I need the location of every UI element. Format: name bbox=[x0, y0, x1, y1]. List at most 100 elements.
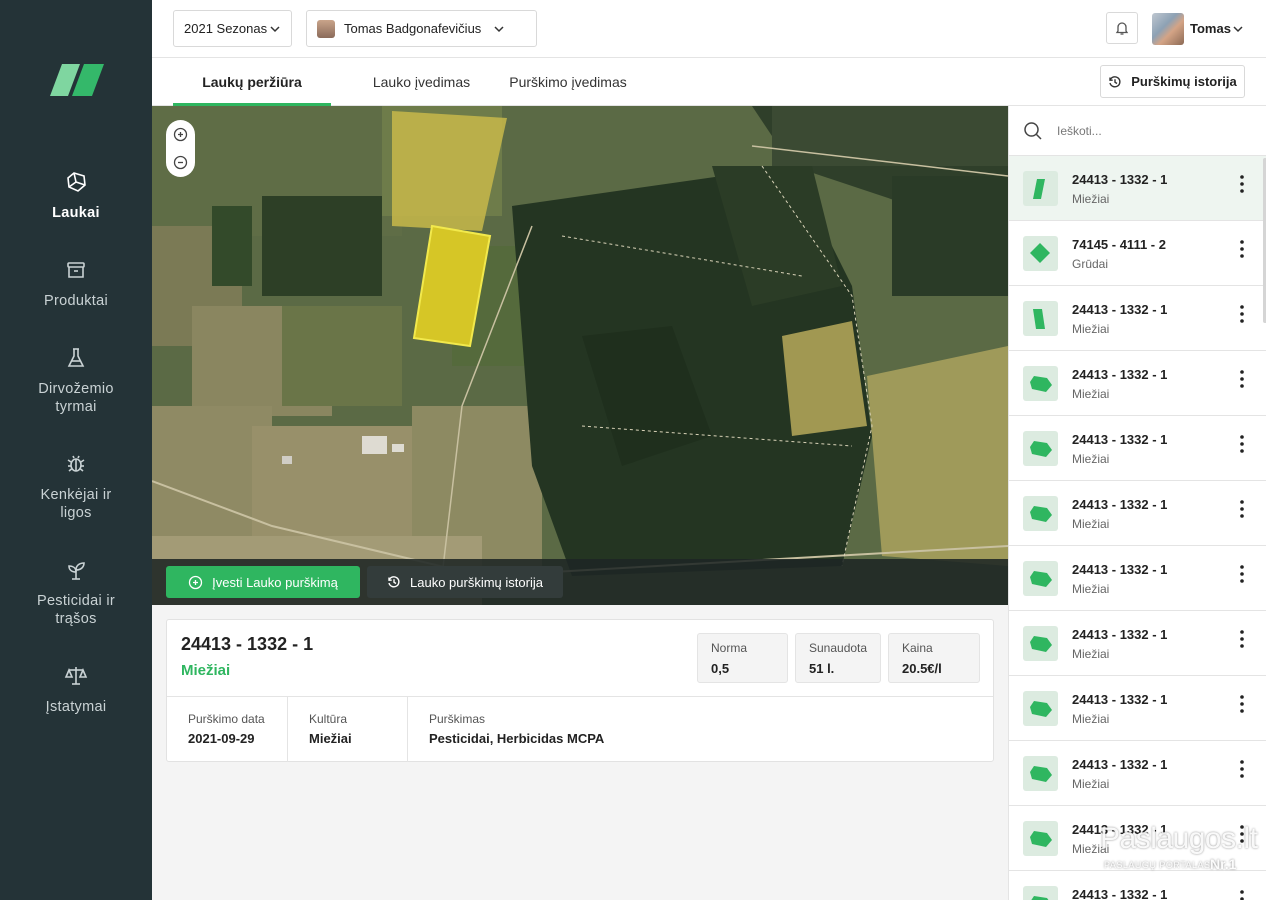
user-name[interactable]: Tomas bbox=[1190, 21, 1231, 36]
field-spraying-history-label: Lauko purškimų istorija bbox=[410, 574, 543, 590]
more-options-button[interactable] bbox=[1233, 172, 1251, 196]
field-list-item[interactable]: 24413 - 1332 - 1 Miežiai bbox=[1009, 286, 1266, 351]
chevron-down-icon[interactable] bbox=[1232, 23, 1244, 35]
stat-sunaudota: Sunaudota 51 l. bbox=[795, 633, 881, 683]
tab-lauko-ivedimas[interactable]: Lauko įvedimas bbox=[352, 58, 491, 106]
field-list-item[interactable]: 74145 - 4111 - 2 Grūdai bbox=[1009, 221, 1266, 286]
more-options-button[interactable] bbox=[1233, 497, 1251, 521]
field-list-item[interactable]: 24413 - 1332 - 1 bbox=[1009, 871, 1266, 900]
more-vertical-icon bbox=[1240, 825, 1244, 843]
more-options-button[interactable] bbox=[1233, 757, 1251, 781]
field-list-item[interactable]: 24413 - 1332 - 1 Miežiai bbox=[1009, 351, 1266, 416]
more-vertical-icon bbox=[1240, 435, 1244, 453]
sidebar-item-laukai[interactable]: Laukai bbox=[0, 170, 152, 222]
spraying-history-label: Purškimų istorija bbox=[1131, 74, 1237, 89]
more-vertical-icon bbox=[1240, 370, 1244, 388]
box-icon bbox=[67, 262, 85, 278]
tab-lauku-perziura[interactable]: Laukų peržiūra bbox=[173, 58, 331, 106]
more-options-button[interactable] bbox=[1233, 237, 1251, 261]
notifications-button[interactable] bbox=[1106, 12, 1138, 44]
sidebar-item-pesticidai-ir-trasos[interactable]: Pesticidai ir trąšos bbox=[0, 558, 152, 628]
more-options-button[interactable] bbox=[1233, 432, 1251, 456]
more-options-button[interactable] bbox=[1233, 887, 1251, 900]
sidebar-item-dirvozemio-tyrmai[interactable]: Dirvožemio tyrmai bbox=[0, 346, 152, 416]
field-list-item[interactable]: 24413 - 1332 - 1 Miežiai bbox=[1009, 806, 1266, 871]
chevron-down-icon bbox=[270, 25, 280, 32]
field-shape-icon bbox=[1023, 821, 1058, 856]
field-name: 24413 - 1332 - 1 bbox=[1072, 562, 1168, 577]
sidebar-item-produktai[interactable]: Produktai bbox=[0, 258, 152, 310]
add-field-spraying-button[interactable]: Įvesti Lauko purškimą bbox=[166, 566, 360, 598]
sidebar-item-label: Produktai bbox=[44, 293, 108, 309]
farmer-select[interactable]: Tomas Badgonafevičius bbox=[306, 10, 537, 47]
scales-icon bbox=[64, 667, 88, 685]
stat-norma: Norma 0,5 bbox=[697, 633, 788, 683]
more-options-button[interactable] bbox=[1233, 822, 1251, 846]
detail-spraying-date: Purškimo data 2021-09-29 bbox=[167, 697, 288, 762]
history-icon bbox=[1109, 75, 1121, 87]
field-title: 24413 - 1332 - 1 bbox=[181, 634, 314, 654]
stat-value: 51 l. bbox=[809, 661, 835, 676]
tab-purskimo-ivedimas[interactable]: Purškimo įvedimas bbox=[501, 58, 635, 106]
more-options-button[interactable] bbox=[1233, 367, 1251, 391]
field-crop: Miežiai bbox=[1072, 517, 1110, 531]
field-list-item[interactable]: 24413 - 1332 - 1 Miežiai bbox=[1009, 611, 1266, 676]
sprout-icon bbox=[68, 562, 85, 580]
stat-value: 20.5€/l bbox=[902, 661, 942, 676]
more-vertical-icon bbox=[1240, 695, 1244, 713]
sidebar-item-label: Kenkėjai ir ligos bbox=[40, 487, 112, 521]
top-bar: 2021 Sezonas Tomas Badgonafevičius Tomas bbox=[152, 0, 1266, 58]
user-avatar[interactable] bbox=[1152, 13, 1184, 45]
more-vertical-icon bbox=[1240, 760, 1244, 778]
fields-panel: 24413 - 1332 - 1 Miežiai 74145 - 4111 - 2 G… bbox=[1008, 106, 1266, 900]
season-select[interactable]: 2021 Sezonas bbox=[173, 10, 292, 47]
stat-label: Kaina bbox=[902, 641, 933, 655]
sidebar-item-istatymai[interactable]: Įstatymai bbox=[0, 664, 152, 716]
field-crop: Miežiai bbox=[1072, 842, 1110, 856]
field-shape-icon bbox=[1023, 626, 1058, 661]
zoom-out-button[interactable] bbox=[171, 153, 191, 173]
field-name: 24413 - 1332 - 1 bbox=[1072, 302, 1168, 317]
more-options-button[interactable] bbox=[1233, 692, 1251, 716]
more-options-button[interactable] bbox=[1233, 562, 1251, 586]
sidebar-item-kenkejai-ir-ligos[interactable]: Kenkėjai ir ligos bbox=[0, 452, 152, 522]
more-vertical-icon bbox=[1240, 890, 1244, 900]
map-imagery bbox=[152, 106, 1008, 605]
field-list-item[interactable]: 24413 - 1332 - 1 Miežiai bbox=[1009, 156, 1266, 221]
search-input[interactable] bbox=[1057, 120, 1247, 142]
field-name: 24413 - 1332 - 1 bbox=[1072, 172, 1168, 187]
plus-circle-icon bbox=[188, 575, 203, 589]
field-crop: Miežiai bbox=[1072, 582, 1110, 596]
app-logo[interactable] bbox=[48, 62, 106, 98]
more-vertical-icon bbox=[1240, 240, 1244, 258]
field-list-item[interactable]: 24413 - 1332 - 1 Miežiai bbox=[1009, 741, 1266, 806]
tab-bar: Laukų peržiūra Lauko įvedimas Purškimo į… bbox=[152, 58, 1266, 106]
spraying-history-button[interactable]: Purškimų istorija bbox=[1100, 65, 1245, 98]
field-name: 24413 - 1332 - 1 bbox=[1072, 757, 1168, 772]
detail-value: Miežiai bbox=[309, 731, 352, 746]
zoom-in-button[interactable] bbox=[171, 124, 191, 144]
more-options-button[interactable] bbox=[1233, 627, 1251, 651]
field-shape-icon bbox=[1023, 366, 1058, 401]
flask-icon bbox=[67, 348, 85, 367]
field-list-item[interactable]: 24413 - 1332 - 1 Miežiai bbox=[1009, 481, 1266, 546]
field-crop: Miežiai bbox=[1072, 712, 1110, 726]
more-vertical-icon bbox=[1240, 500, 1244, 518]
field-shape-icon bbox=[1023, 886, 1058, 900]
field-shape-icon bbox=[1023, 171, 1058, 206]
history-icon bbox=[388, 576, 400, 588]
more-options-button[interactable] bbox=[1233, 302, 1251, 326]
field-name: 24413 - 1332 - 1 bbox=[1072, 627, 1168, 642]
detail-value: Pesticidai, Herbicidas MCPA bbox=[429, 731, 605, 746]
field-name: 24413 - 1332 - 1 bbox=[1072, 692, 1168, 707]
satellite-map[interactable]: Įvesti Lauko purškimą Lauko purškimų ist… bbox=[152, 106, 1008, 605]
field-list-item[interactable]: 24413 - 1332 - 1 Miežiai bbox=[1009, 416, 1266, 481]
field-name: 24413 - 1332 - 1 bbox=[1072, 822, 1168, 837]
field-name: 24413 - 1332 - 1 bbox=[1072, 367, 1168, 382]
zoom-controls bbox=[166, 120, 195, 177]
sidebar-item-label: Dirvožemio tyrmai bbox=[38, 381, 114, 415]
field-crop: Miežiai bbox=[1072, 192, 1110, 206]
field-list-item[interactable]: 24413 - 1332 - 1 Miežiai bbox=[1009, 676, 1266, 741]
field-spraying-history-button[interactable]: Lauko purškimų istorija bbox=[367, 566, 563, 598]
field-list-item[interactable]: 24413 - 1332 - 1 Miežiai bbox=[1009, 546, 1266, 611]
